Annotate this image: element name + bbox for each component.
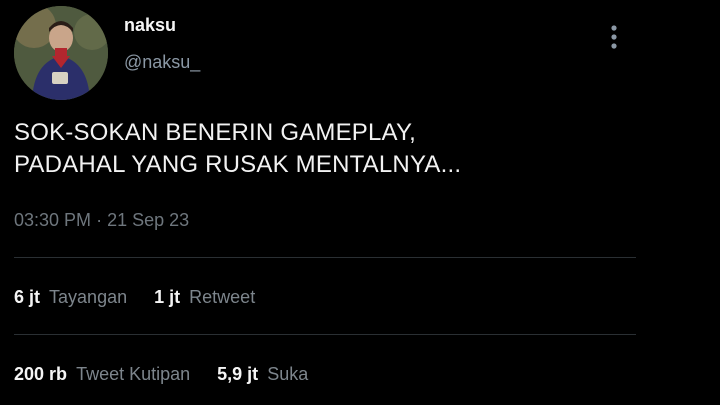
views-stat[interactable]: 6 jt Tayangan [14, 287, 127, 308]
stats-row: 200 rb Tweet Kutipan 5,9 jt Suka [14, 364, 330, 385]
stats-row: 6 jt Tayangan 1 jt Retweet [14, 287, 277, 308]
tweet-timestamp[interactable]: 03:30 PM · 21 Sep 23 [14, 210, 189, 231]
likes-stat[interactable]: 5,9 jt Suka [217, 364, 308, 385]
stat-value: 6 jt [14, 287, 41, 307]
stat-label: Tweet Kutipan [76, 364, 191, 384]
stat-label: Tayangan [49, 287, 128, 307]
tweet-time: 03:30 PM [14, 210, 92, 230]
more-vertical-icon [611, 25, 617, 49]
tweet-text-line: PADAHAL YANG RUSAK MENTALNYA... [14, 151, 462, 178]
meta-separator: · [96, 210, 103, 230]
user-handle[interactable]: @naksu_ [124, 52, 200, 73]
stat-value: 1 jt [154, 287, 181, 307]
more-button[interactable] [604, 22, 624, 52]
stat-value: 200 rb [14, 364, 68, 384]
tweet-date: 21 Sep 23 [107, 210, 190, 230]
stat-label: Suka [267, 364, 309, 384]
stat-label: Retweet [189, 287, 256, 307]
tweet-screen: naksu @naksu_ SOK-SOKAN BENERIN GAMEPLAY… [0, 0, 720, 405]
retweets-stat[interactable]: 1 jt Retweet [154, 287, 255, 308]
avatar-image [14, 6, 108, 100]
stat-value: 5,9 jt [217, 364, 259, 384]
divider [14, 257, 636, 258]
divider [14, 334, 636, 335]
quote-tweets-stat[interactable]: 200 rb Tweet Kutipan [14, 364, 190, 385]
tweet-text-line: SOK-SOKAN BENERIN GAMEPLAY, [14, 119, 416, 146]
display-name[interactable]: naksu [124, 15, 176, 36]
tweet-text: SOK-SOKAN BENERIN GAMEPLAY, PADAHAL YANG… [14, 117, 461, 181]
avatar[interactable] [14, 6, 108, 100]
